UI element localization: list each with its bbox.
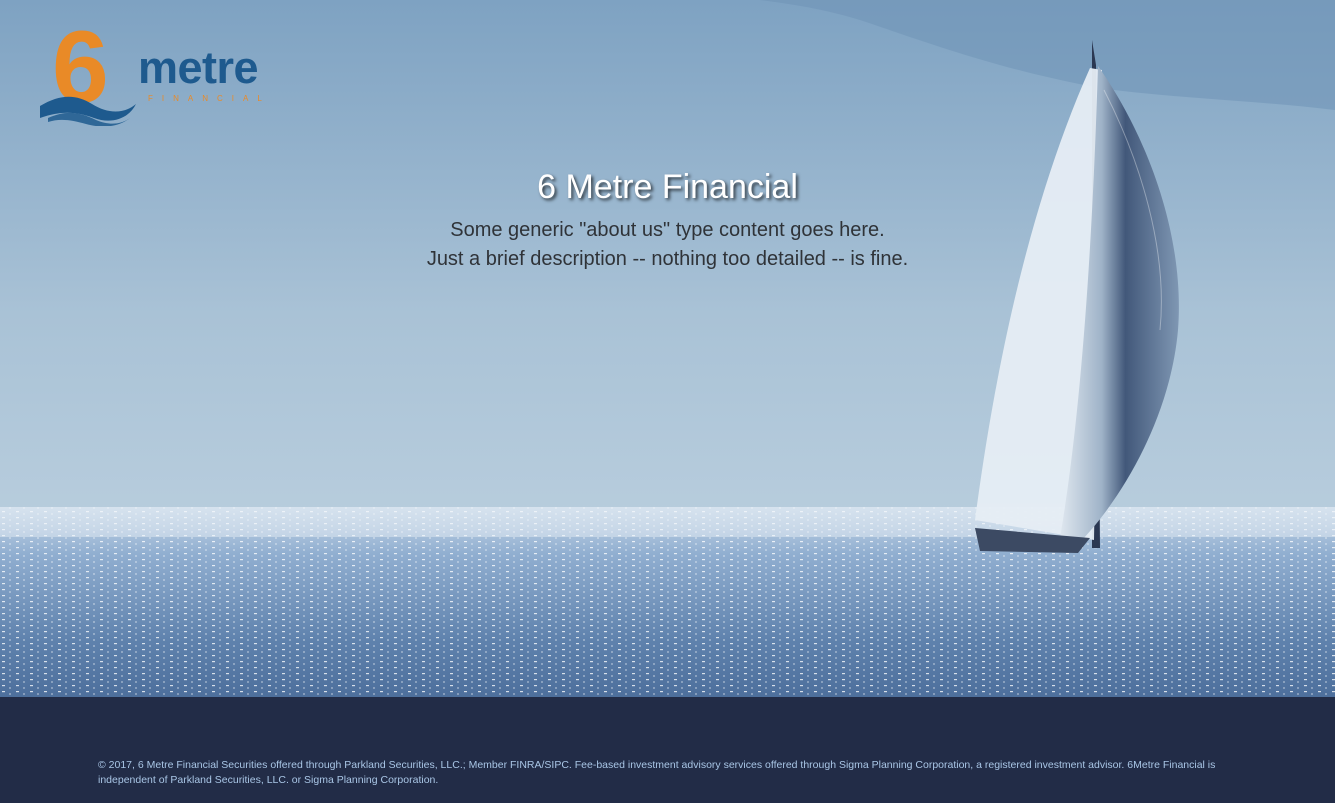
hero-section: 6 metre FINANCIAL 6 Metre Financial Some… — [0, 0, 1335, 697]
logo-subtitle: FINANCIAL — [148, 94, 271, 103]
hero-description-line-1: Some generic "about us" type content goe… — [450, 219, 885, 241]
hero-description-line-2: Just a brief description -- nothing too … — [426, 248, 909, 270]
footer-disclaimer: © 2017, 6 Metre Financial Securities off… — [98, 759, 1216, 786]
six-numeral-wave-icon: 6 — [40, 14, 136, 126]
hero-content: 6 Metre Financial Some generic "about us… — [0, 166, 1335, 274]
hero-description: Some generic "about us" type content goe… — [0, 216, 1335, 274]
page-title: 6 Metre Financial — [537, 168, 798, 206]
footer: © 2017, 6 Metre Financial Securities off… — [0, 697, 1335, 803]
brand-logo[interactable]: 6 metre FINANCIAL — [38, 14, 278, 126]
logo-wordmark: metre — [138, 42, 259, 93]
